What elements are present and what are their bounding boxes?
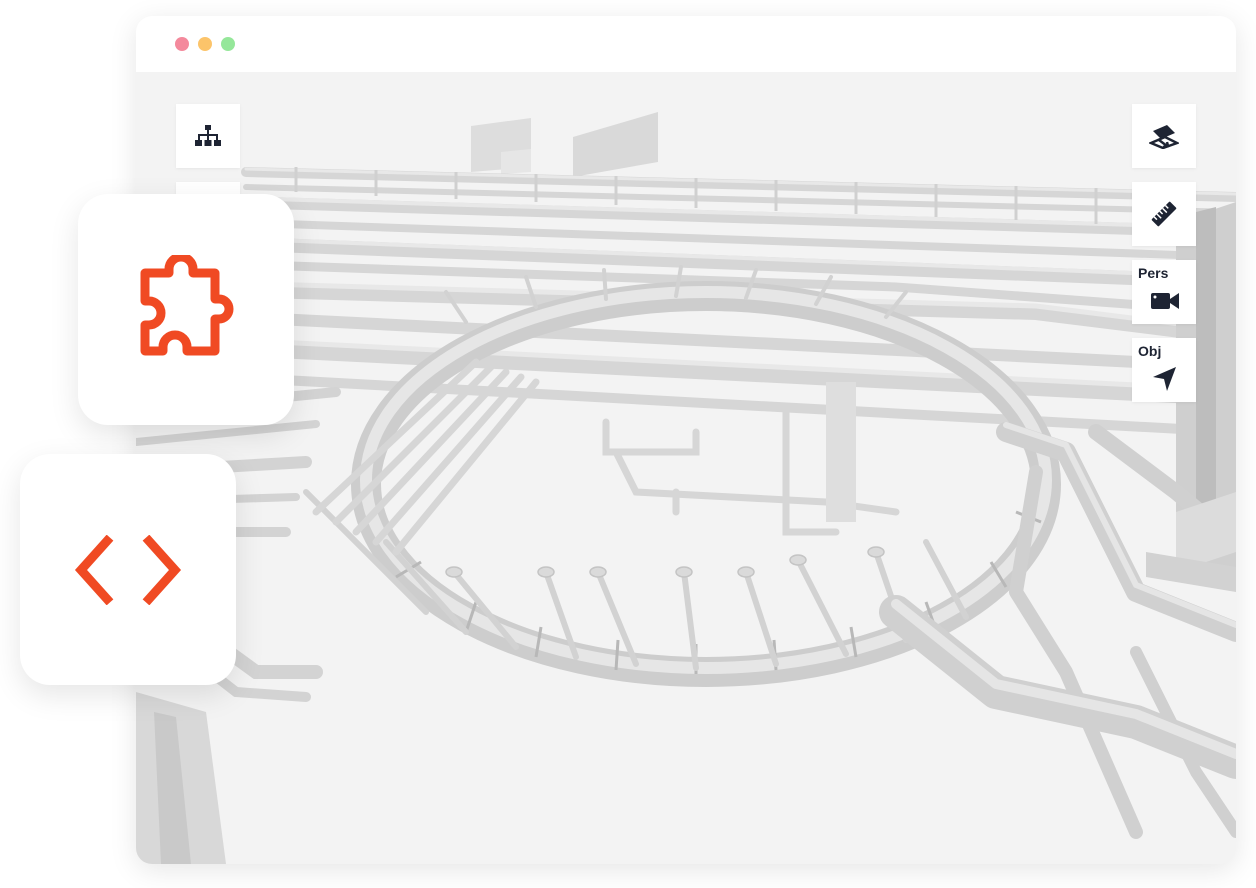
navigation-mode-button[interactable]: Obj — [1132, 338, 1196, 402]
3d-viewport[interactable] — [136, 72, 1236, 864]
code-brackets-icon — [74, 534, 182, 605]
measure-tool-button[interactable] — [1132, 182, 1196, 246]
hierarchy-tool-button[interactable] — [176, 104, 240, 168]
ruler-icon — [1151, 201, 1177, 227]
minimize-window-dot[interactable] — [198, 37, 212, 51]
developer-api-card[interactable] — [20, 454, 236, 685]
puzzle-piece-icon — [140, 254, 234, 355]
section-plane-tool-button[interactable] — [1132, 104, 1196, 168]
hierarchy-tree-icon — [195, 125, 221, 146]
camera-mode-label: Pers — [1138, 265, 1169, 281]
section-plane-icon — [1149, 125, 1179, 149]
video-camera-icon — [1151, 293, 1179, 309]
extensions-card[interactable] — [78, 194, 294, 425]
pipe-model-render — [136, 112, 1236, 864]
navigation-arrow-icon — [1153, 367, 1176, 391]
camera-mode-button[interactable]: Pers — [1132, 260, 1196, 324]
app-window: Pers Obj — [136, 16, 1236, 864]
close-window-dot[interactable] — [175, 37, 189, 51]
navigation-mode-label: Obj — [1138, 343, 1162, 359]
maximize-window-dot[interactable] — [221, 37, 235, 51]
title-bar — [136, 16, 1236, 72]
